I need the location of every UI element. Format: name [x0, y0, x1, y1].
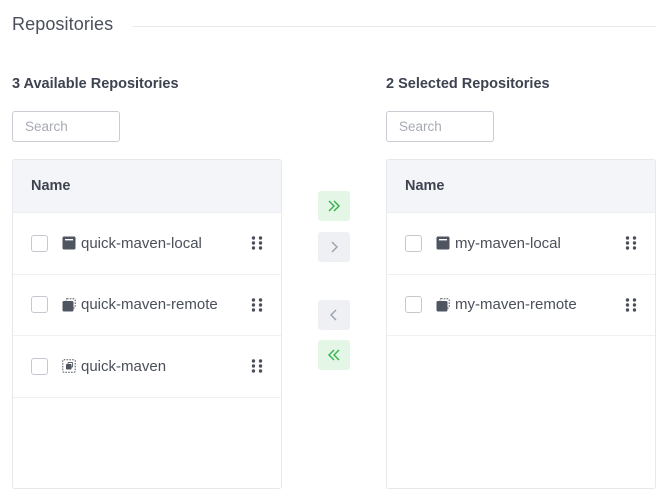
repo-row[interactable]: quick-maven-local [13, 213, 281, 275]
remote-repo-icon [62, 298, 76, 312]
double-chevron-right-icon [328, 200, 340, 212]
repo-row[interactable]: my-maven-local [387, 213, 655, 275]
selected-search-input[interactable] [386, 111, 494, 142]
repo-row[interactable]: quick-maven-remote [13, 275, 281, 336]
double-chevron-left-icon [328, 349, 340, 361]
section-title: Repositories [12, 14, 114, 34]
repo-row[interactable]: my-maven-remote [387, 275, 655, 336]
repo-checkbox[interactable] [31, 234, 48, 252]
repo-name: my-maven-local [455, 234, 561, 252]
available-list: Name quick-maven-local quick-maven-remote… [12, 159, 282, 489]
drag-handle-icon[interactable] [250, 358, 264, 374]
move-left-button[interactable] [318, 300, 350, 330]
move-all-left-button[interactable] [318, 340, 350, 370]
chevron-left-icon [330, 309, 337, 321]
drag-handle-icon[interactable] [250, 297, 264, 313]
local-repo-icon [436, 236, 450, 250]
section-divider [132, 26, 656, 27]
drag-handle-icon[interactable] [624, 297, 638, 313]
selected-title: 2 Selected Repositories [386, 76, 550, 92]
repo-name: quick-maven-local [81, 234, 202, 252]
repo-name: my-maven-remote [455, 296, 577, 314]
repo-checkbox[interactable] [405, 296, 422, 314]
available-search-input[interactable] [12, 111, 120, 142]
available-title: 3 Available Repositories [12, 76, 179, 92]
repo-checkbox[interactable] [31, 296, 48, 314]
available-name-header[interactable]: Name [13, 160, 281, 213]
local-repo-icon [62, 236, 76, 250]
repo-checkbox[interactable] [31, 357, 48, 375]
move-all-right-button[interactable] [318, 191, 350, 221]
remote-repo-icon [436, 298, 450, 312]
virtual-repo-icon [62, 359, 76, 373]
drag-handle-icon[interactable] [250, 235, 264, 251]
selected-list: Name my-maven-local my-maven-remote [386, 159, 656, 489]
chevron-right-icon [331, 241, 338, 253]
repo-checkbox[interactable] [405, 234, 422, 252]
repo-name: quick-maven-remote [81, 296, 218, 314]
selected-name-header[interactable]: Name [387, 160, 655, 213]
repo-name: quick-maven [81, 357, 167, 375]
drag-handle-icon[interactable] [624, 235, 638, 251]
repo-row[interactable]: quick-maven [13, 336, 281, 398]
move-right-button[interactable] [318, 232, 350, 262]
